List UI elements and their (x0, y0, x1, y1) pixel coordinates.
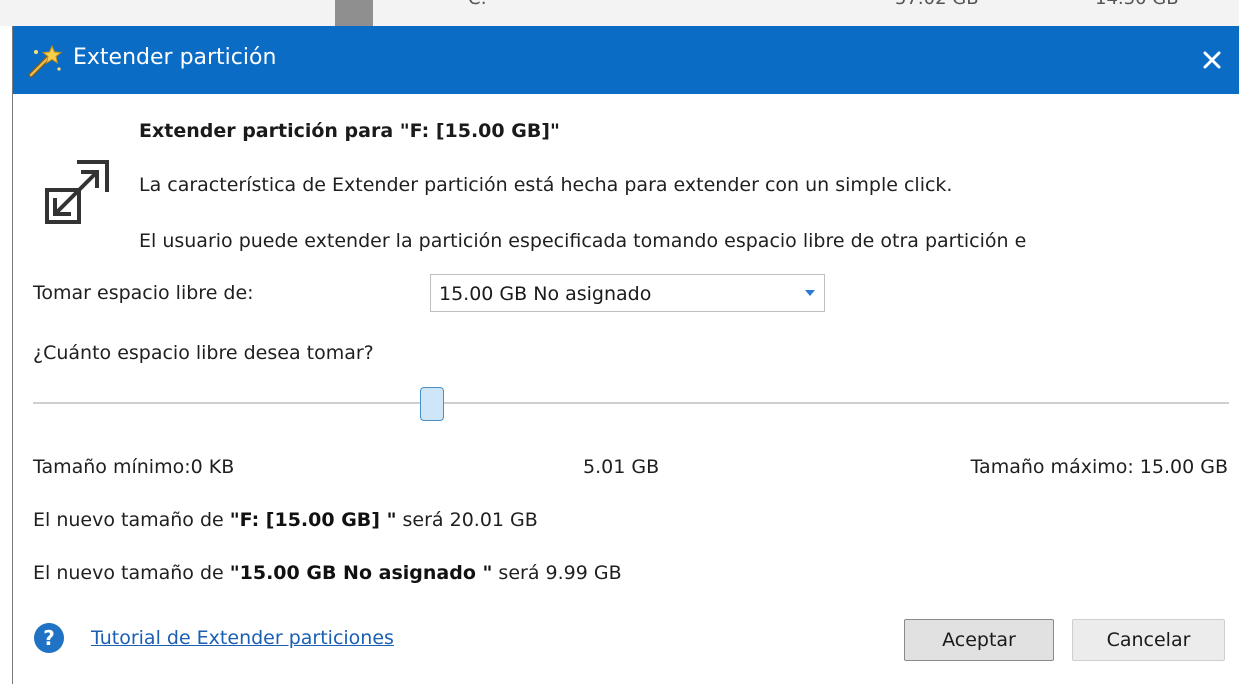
description-line-1: La característica de Extender partición … (139, 174, 953, 196)
new-size-partition-text: El nuevo tamaño de "F: [15.00 GB] " será… (33, 509, 538, 531)
dialog-heading: Extender partición para "F: [15.00 GB]" (139, 120, 560, 142)
background-window: C: 57.02 GB 14.30 GB (0, 0, 1239, 26)
take-from-label: Tomar espacio libre de: (33, 282, 254, 304)
min-size-label: Tamaño mínimo:0 KB (33, 456, 235, 478)
background-drive-letter: C: (468, 0, 487, 9)
tutorial-link[interactable]: Tutorial de Extender particiones (91, 627, 394, 649)
extend-partition-dialog: Extender partición Extender partición pa… (12, 26, 1239, 684)
max-size-label: Tamaño máximo: 15.00 GB (970, 456, 1228, 478)
close-button[interactable] (1184, 26, 1239, 94)
close-icon (1203, 51, 1221, 69)
current-size-label: 5.01 GB (583, 456, 660, 478)
help-icon[interactable]: ? (33, 622, 65, 654)
new-size-suffix: será 20.01 GB (396, 509, 538, 531)
extend-arrow-icon (45, 160, 109, 224)
slider-thumb[interactable] (420, 387, 445, 421)
new-size-target: "F: [15.00 GB] " (229, 509, 397, 531)
new-size-unallocated-text: El nuevo tamaño de "15.00 GB No asignado… (33, 562, 622, 584)
accept-button[interactable]: Aceptar (904, 619, 1054, 661)
dialog-title: Extender partición (73, 45, 277, 70)
background-used: 14.30 GB (1095, 0, 1179, 9)
new-size-prefix: El nuevo tamaño de (33, 562, 230, 584)
new-size-prefix: El nuevo tamaño de (33, 509, 230, 531)
background-scrollbar (335, 0, 373, 26)
how-much-label: ¿Cuánto espacio libre desea tomar? (33, 342, 374, 364)
new-size-target: "15.00 GB No asignado " (229, 562, 493, 584)
description-line-2: El usuario puede extender la partición e… (139, 230, 1027, 252)
svg-text:?: ? (43, 626, 55, 650)
take-from-dropdown[interactable]: 15.00 GB No asignado (430, 274, 825, 312)
cancel-button[interactable]: Cancelar (1072, 619, 1225, 661)
chevron-down-icon (805, 290, 815, 296)
wand-icon (28, 44, 63, 78)
slider-track (33, 402, 1229, 404)
background-capacity: 57.02 GB (895, 0, 979, 9)
dialog-titlebar[interactable]: Extender partición (13, 26, 1239, 94)
size-slider[interactable] (33, 386, 1229, 426)
take-from-value: 15.00 GB No asignado (439, 283, 652, 305)
new-size-suffix: será 9.99 GB (492, 562, 622, 584)
